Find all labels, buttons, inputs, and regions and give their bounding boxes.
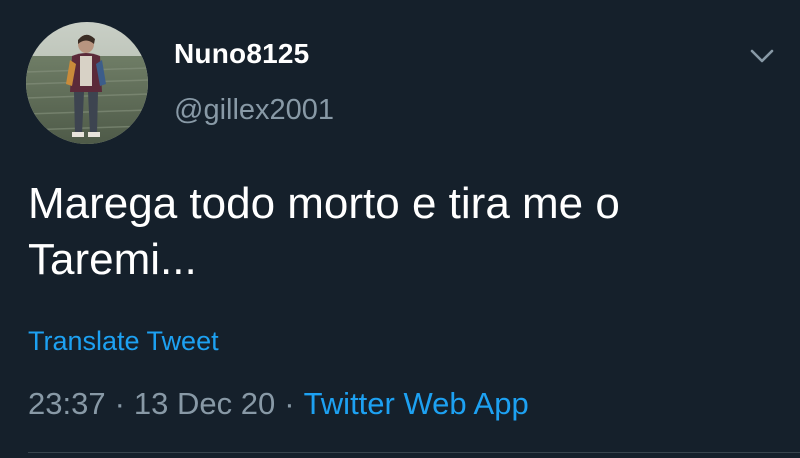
divider [28, 452, 800, 453]
tweet-time[interactable]: 23:37 [28, 386, 106, 421]
author-handle[interactable]: @gillex2001 [174, 94, 334, 127]
tweet-text: Marega todo morto e tira me o Taremi... [28, 179, 620, 284]
translate-tweet-link[interactable]: Translate Tweet [28, 326, 219, 357]
tweet-date[interactable]: 13 Dec 20 [134, 386, 275, 421]
tweet-metadata: 23:37 · 13 Dec 20 · Twitter Web App [28, 386, 529, 422]
chevron-down-icon[interactable] [746, 40, 778, 72]
avatar-photo [26, 22, 148, 144]
tweet-source-link[interactable]: Twitter Web App [304, 386, 529, 421]
avatar[interactable] [26, 22, 148, 144]
meta-separator: · [284, 386, 295, 421]
author-display-name[interactable]: Nuno8125 [174, 38, 309, 70]
tweet-card: Nuno8125 @gillex2001 Marega todo morto e… [0, 0, 800, 458]
meta-separator: · [114, 386, 125, 421]
